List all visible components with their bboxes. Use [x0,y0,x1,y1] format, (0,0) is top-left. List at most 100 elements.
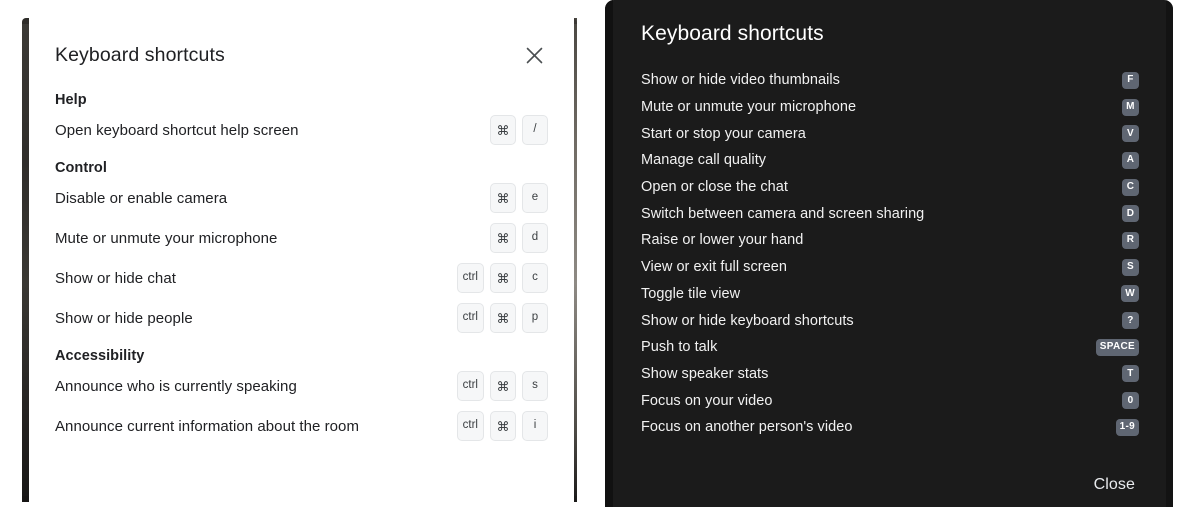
light-shortcut-sections: Help Open keyboard shortcut help screen ⌘ /… [53,92,550,446]
dark-dialog-left-edge [605,0,613,507]
screenshot-stage: Keyboard shortcuts Help Open keyboard sho… [0,0,1200,513]
section-heading: Help [55,92,87,108]
keycap: T [1122,365,1139,383]
shortcut-section: Help Open keyboard shortcut help screen ⌘ / [53,92,550,150]
keycap: d [522,223,548,253]
shortcut-row: Switch between camera and screen sharing… [640,200,1139,227]
dark-dialog-title: Keyboard shortcuts [641,22,824,45]
keycap: A [1122,151,1139,169]
keycap: SPACE [1095,338,1139,356]
shortcut-section: Control Disable or enable camera ⌘ e Mute or… [53,160,550,338]
shortcut-label: Open keyboard shortcut help screen [55,121,299,139]
shortcut-label: Show or hide video thumbnails [641,72,840,89]
shortcut-keys: ctrl ⌘ i [456,411,550,441]
light-dialog-header: Keyboard shortcuts [53,18,550,92]
shortcut-keys: ctrl ⌘ s [456,371,550,401]
keyboard-shortcuts-dialog-light: Keyboard shortcuts Help Open keyboard sho… [29,18,574,502]
shortcut-label: View or exit full screen [641,259,787,276]
shortcut-label: Toggle tile view [641,285,741,302]
keycap: W [1121,285,1139,303]
keycap: C [1122,178,1139,196]
shortcut-row: Open or close the chat C [640,174,1139,201]
keycap: ctrl [456,371,484,401]
keycap: ⌘ [490,183,516,213]
shortcut-row: Show or hide chat ctrl ⌘ c [53,258,550,298]
shortcut-row: Show or hide people ctrl ⌘ p [53,298,550,338]
keycap: ctrl [456,411,484,441]
dark-shortcut-list: Show or hide video thumbnails F Mute or un… [640,67,1139,441]
keyboard-shortcuts-dialog-dark: Keyboard shortcuts Show or hide video th… [605,0,1173,507]
keycap: ⌘ [490,115,516,145]
shortcut-label: Mute or unmute your microphone [641,99,857,116]
shortcut-label: Start or stop your camera [641,125,806,142]
keycap: V [1122,125,1139,143]
keycap: c [522,263,548,293]
keycap: i [522,411,548,441]
shortcut-row: Disable or enable camera ⌘ e [53,178,550,218]
keycap: ⌘ [490,371,516,401]
shortcut-label: Mute or unmute your microphone [55,229,278,247]
shortcut-row: Start or stop your camera V [640,120,1139,147]
shortcut-row: Toggle tile view W [640,281,1139,308]
keycap: M [1122,98,1139,116]
close-icon [525,46,544,65]
keycap: ? [1122,312,1139,330]
shortcut-row: Show speaker stats T [640,361,1139,388]
keycap: ctrl [456,263,484,293]
close-dialog-button[interactable]: Close [1092,472,1137,498]
shortcut-label: Show or hide keyboard shortcuts [641,312,854,329]
shortcut-keys: ctrl ⌘ c [456,263,550,293]
section-heading: Accessibility [55,348,145,364]
shortcut-row: Announce current information about the r… [53,406,550,446]
shortcut-row: Push to talk SPACE [640,334,1139,361]
shortcut-label: Show speaker stats [641,365,769,382]
shortcut-keys: ⌘ d [490,223,550,253]
shortcut-row: Focus on your video 0 [640,387,1139,414]
shortcut-label: Push to talk [641,339,718,356]
keycap: 1-9 [1115,418,1139,436]
keycap: ⌘ [490,411,516,441]
keycap: ctrl [456,303,484,333]
shortcut-keys: ⌘ / [490,115,550,145]
light-shortcuts-pane: Keyboard shortcuts Help Open keyboard sho… [0,0,600,513]
shortcut-keys: ctrl ⌘ p [456,303,550,333]
shortcut-row: Announce who is currently speaking ctrl ⌘ s [53,366,550,406]
dark-dialog-right-edge [1166,0,1173,507]
keycap: 0 [1122,392,1139,410]
shortcut-label: Focus on another person's video [641,419,853,436]
backdrop-sliver-left [22,18,29,502]
light-dialog-title: Keyboard shortcuts [55,43,225,66]
keycap: / [522,115,548,145]
shortcut-keys: ⌘ e [490,183,550,213]
keycap: ⌘ [490,263,516,293]
shortcut-label: Raise or lower your hand [641,232,804,249]
shortcut-label: Show or hide chat [55,269,176,287]
keycap: D [1122,205,1139,223]
shortcut-section: Accessibility Announce who is currently s… [53,348,550,446]
keycap: ⌘ [490,303,516,333]
shortcut-row: Focus on another person's video 1-9 [640,414,1139,441]
shortcut-row: Raise or lower your hand R [640,227,1139,254]
shortcut-row: Show or hide video thumbnails F [640,67,1139,94]
keycap: e [522,183,548,213]
shortcut-label: Announce who is currently speaking [55,377,297,395]
shortcut-row: Open keyboard shortcut help screen ⌘ / [53,110,550,150]
shortcut-label: Focus on your video [641,392,773,409]
keycap: F [1122,71,1139,89]
keycap: S [1122,258,1139,276]
shortcut-label: Disable or enable camera [55,189,228,207]
keycap: p [522,303,548,333]
shortcut-row: Mute or unmute your microphone ⌘ d [53,218,550,258]
shortcut-row: Mute or unmute your microphone M [640,94,1139,121]
dark-dialog-footer: Close [640,441,1139,498]
keycap: s [522,371,548,401]
shortcut-label: Show or hide people [55,309,193,327]
shortcut-label: Manage call quality [641,152,767,169]
section-heading: Control [55,160,107,176]
shortcut-label: Announce current information about the r… [55,417,359,435]
shortcut-row: Show or hide keyboard shortcuts? [640,307,1139,334]
shortcut-row: View or exit full screen S [640,254,1139,281]
keycap: ⌘ [490,223,516,253]
dark-shortcuts-pane: Keyboard shortcuts Show or hide video th… [604,0,1200,513]
close-button[interactable] [519,40,549,70]
